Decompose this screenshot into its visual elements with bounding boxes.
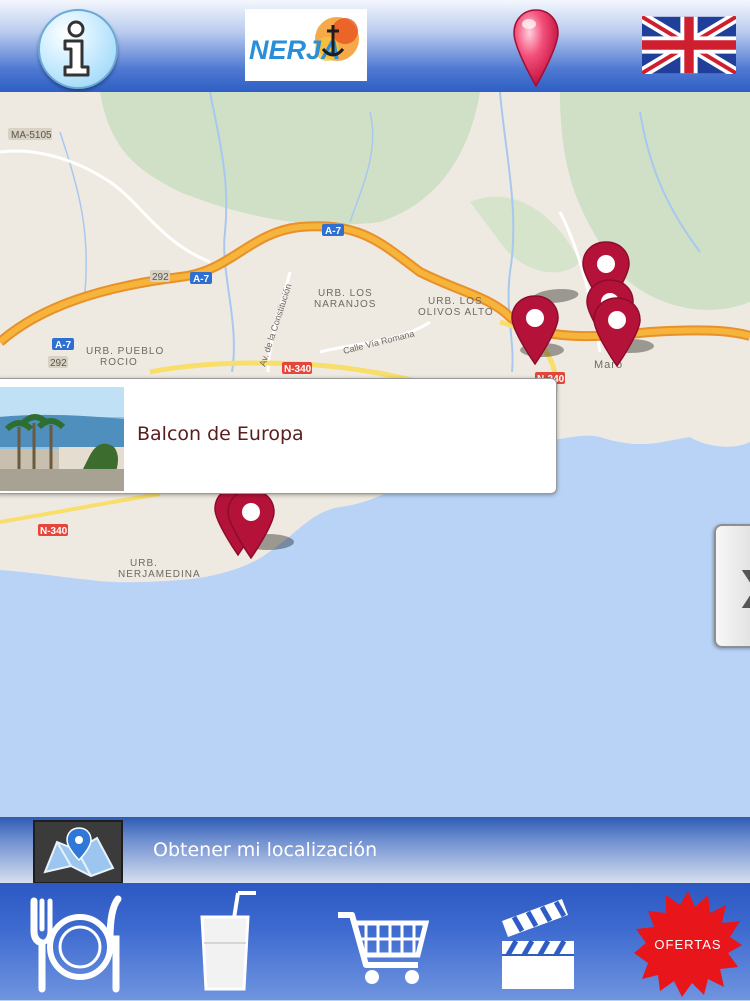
drink-icon	[200, 891, 256, 991]
restaurant-icon	[30, 895, 122, 993]
info-button[interactable]	[38, 9, 118, 89]
nav-shopping[interactable]	[336, 891, 430, 993]
svg-text:N-340: N-340	[40, 526, 68, 537]
place-label: URB.	[130, 558, 158, 569]
logo-text: NERJA	[249, 35, 341, 65]
place-label: URB. PUEBLO	[86, 346, 164, 357]
place-label: URB. LOS	[428, 296, 483, 307]
poi-thumbnail	[0, 387, 124, 491]
nav-offers[interactable]: OFERTAS	[634, 889, 742, 997]
svg-text:MA-5105: MA-5105	[11, 130, 52, 141]
place-label: NERJAMEDINA	[118, 569, 201, 580]
road-shield: MA-5105	[8, 128, 52, 141]
road-shield: 292	[48, 356, 68, 369]
chevron-right-icon: ❯	[736, 564, 750, 608]
nav-restaurants[interactable]	[28, 891, 126, 993]
svg-text:292: 292	[152, 272, 169, 283]
shopping-cart-icon	[338, 912, 430, 984]
language-button[interactable]	[639, 12, 739, 78]
top-bar: NERJA	[0, 0, 750, 92]
svg-text:A-7: A-7	[325, 226, 342, 237]
road-shield: N-340	[38, 524, 68, 537]
place-label: URB. LOS	[318, 288, 373, 299]
svg-text:N-340: N-340	[284, 364, 312, 375]
get-location-label: Obtener mi localización	[153, 839, 378, 861]
clapperboard-icon	[502, 899, 574, 989]
road-shield: N-340	[282, 362, 312, 375]
nav-drinks[interactable]	[198, 891, 260, 993]
poi-title: Balcon de Europa	[137, 423, 304, 445]
poi-popup[interactable]: Balcon de Europa	[0, 378, 557, 494]
ofertas-badge-icon: OFERTAS	[634, 891, 742, 997]
road-shield: A-7	[322, 224, 344, 237]
bottom-nav: OFERTAS	[0, 883, 750, 1000]
road-shield: 292	[150, 270, 170, 283]
map-pin-icon	[513, 9, 559, 88]
uk-flag-icon	[639, 12, 739, 78]
map-location-icon	[33, 820, 123, 884]
road-shield: A-7	[190, 272, 212, 285]
svg-text:292: 292	[50, 358, 67, 369]
locate-button[interactable]	[512, 8, 560, 88]
ofertas-label: OFERTAS	[654, 937, 721, 952]
map-view[interactable]: MA-5105 A-7 A-7 A-7 292 292 N-340 N-340	[0, 92, 750, 817]
place-label: NARANJOS	[314, 299, 376, 310]
place-label: ROCIO	[100, 357, 138, 368]
svg-text:A-7: A-7	[193, 274, 210, 285]
place-label: OLIVOS ALTO	[418, 307, 494, 318]
nav-entertainment[interactable]	[498, 891, 578, 993]
location-bar[interactable]: Obtener mi localización	[0, 817, 750, 884]
side-panel-toggle[interactable]: ❯	[714, 524, 750, 648]
nerja-logo: NERJA	[245, 9, 367, 81]
info-icon	[63, 20, 90, 77]
road-shield: A-7	[52, 338, 74, 351]
svg-text:A-7: A-7	[55, 340, 72, 351]
